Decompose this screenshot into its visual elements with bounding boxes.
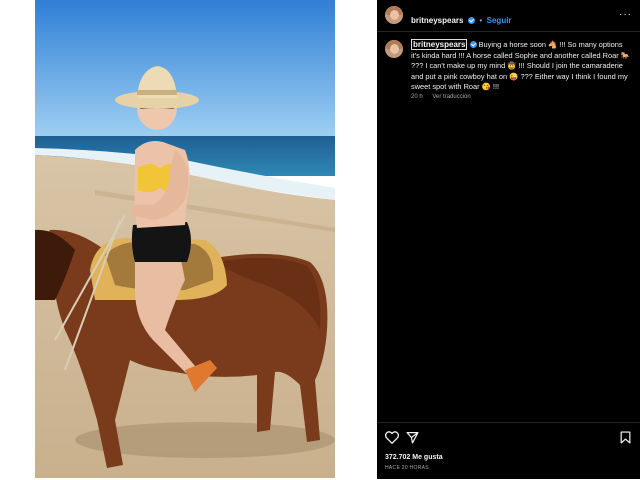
caption-meta: 20 h Ver traducción — [411, 94, 479, 100]
translate-link[interactable]: Ver traducción — [432, 94, 470, 100]
post-header: britneyspears • Seguir ··· — [377, 0, 640, 32]
bookmark-icon[interactable] — [620, 431, 631, 444]
separator-dot: • — [479, 16, 483, 25]
avatar[interactable] — [385, 6, 403, 24]
actions-bar: 372.702 Me gusta HACE 20 HORAS — [377, 422, 640, 480]
post-details-panel: britneyspears • Seguir ··· britneyspears… — [377, 0, 640, 479]
caption-username-link[interactable]: britneyspears — [411, 39, 468, 50]
more-options-button[interactable]: ··· — [619, 9, 632, 20]
heart-icon[interactable] — [385, 431, 399, 444]
post-age[interactable]: 20 h — [411, 94, 423, 100]
username-link[interactable]: britneyspears — [411, 16, 463, 25]
beach-horse-photo — [35, 0, 335, 478]
verified-badge-icon — [467, 17, 475, 24]
follow-button[interactable]: Seguir — [487, 16, 512, 25]
post-photo[interactable] — [35, 0, 335, 478]
caption-avatar[interactable] — [385, 40, 403, 58]
post-timestamp[interactable]: HACE 20 HORAS — [385, 465, 429, 471]
share-icon[interactable] — [406, 431, 419, 444]
post-caption: britneyspears Buying a horse soon 🐴 !!! … — [411, 39, 633, 93]
likes-count[interactable]: 372.702 Me gusta — [385, 454, 443, 461]
caption-verified-badge-icon — [469, 41, 477, 48]
